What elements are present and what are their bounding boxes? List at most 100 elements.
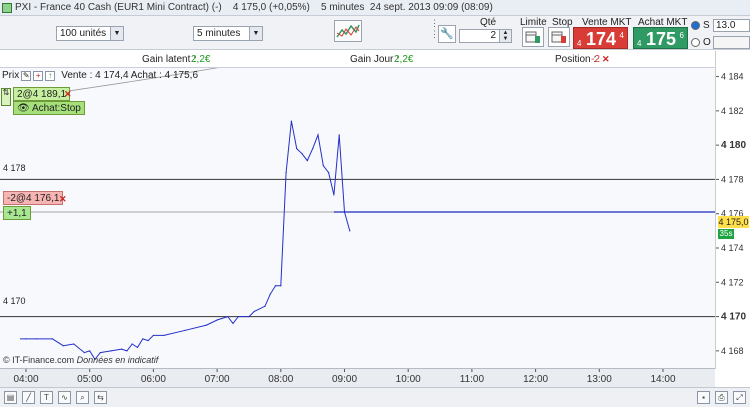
price-point [216, 319, 218, 321]
price-chart[interactable] [0, 62, 715, 368]
sell-price: 174 [586, 29, 617, 49]
x-tick-label: 05:00 [77, 374, 102, 385]
gain-latent-label: Gain latent : [142, 54, 196, 65]
indicator-icon[interactable]: ∿ [58, 391, 71, 404]
price-point [20, 338, 22, 340]
chart-style-button[interactable] [334, 20, 362, 42]
wrench-small-icon[interactable]: ✎ [21, 70, 32, 81]
radio-o[interactable] [691, 38, 700, 47]
stop-order-button[interactable] [548, 27, 570, 47]
price-point [322, 165, 324, 167]
wrench-icon[interactable]: 🔧 [438, 25, 456, 43]
chart-bottom-toolbar: ▤ ╱ T ∿ ⌕ ⇆ ▪ ⎙ ⤢ [0, 387, 750, 407]
sell-market-button[interactable]: 4 174 4 [573, 27, 628, 49]
draw-line-icon[interactable]: ╱ [22, 391, 35, 404]
position-order-tag[interactable]: 2@4 189,1 [13, 87, 71, 101]
position-value: -2 [591, 54, 600, 65]
qty-spinner-icon[interactable]: ▲ ▼ [499, 30, 511, 42]
title-interval: 5 minutes [320, 2, 365, 13]
price-point [163, 334, 165, 337]
current-price-text: 4 175,0 [718, 217, 749, 227]
units-select-value: 100 unités [60, 28, 107, 39]
expand-icon[interactable]: ⤢ [733, 391, 746, 404]
x-tick-label: 13:00 [587, 374, 612, 385]
chart-area[interactable] [0, 62, 715, 368]
price-point [136, 346, 139, 349]
step-input-2[interactable] [713, 36, 750, 49]
y-tick-label: 4 182 [721, 106, 744, 116]
toolbar-grip-icon[interactable]: ⋮ ⋮ [430, 18, 439, 48]
price-axis[interactable]: 4 184 4 182 4 180 4 178 4 176 4 174 4 172 4 170… [715, 51, 750, 369]
prix-label: Prix [2, 70, 20, 81]
price-series-line [20, 121, 351, 361]
price-point [269, 293, 271, 295]
pnl-text: +1,1 [7, 208, 27, 219]
timeframe-select[interactable]: 5 minutes ▼ [193, 26, 263, 41]
price-point [25, 338, 27, 340]
buy-market-button[interactable]: 4 175 6 [633, 27, 688, 49]
chevron-down-icon[interactable]: ▼ [110, 27, 123, 40]
x-tick-label: 06:00 [141, 374, 166, 385]
price-point [290, 120, 293, 122]
price-point [126, 350, 128, 352]
close-position-icon[interactable]: ✕ [602, 55, 610, 64]
step-input[interactable]: 13.0 [713, 19, 750, 32]
price-point [36, 338, 38, 340]
buy-arrow-icon[interactable]: ↑ [45, 70, 56, 81]
countdown-badge: 35s [718, 229, 734, 239]
radio-o-label: O [703, 37, 711, 48]
eye-icon: 👁 [17, 103, 30, 114]
save-icon[interactable]: ▪ [697, 391, 710, 404]
price-point [152, 334, 154, 337]
app-icon [2, 2, 12, 13]
time-axis[interactable]: 04:00 05:00 06:00 07:00 08:00 09:00 10:00 11:00… [0, 368, 715, 387]
position-label: Position : [555, 54, 597, 65]
units-select[interactable]: 100 unités ▼ [56, 26, 124, 41]
price-point [131, 343, 133, 345]
limit-order-button[interactable] [522, 27, 544, 47]
swap-arrows-icon[interactable]: ⇅ [1, 88, 11, 106]
stop-order-tag[interactable]: 👁 Achat:Stop [13, 101, 85, 115]
price-point [280, 285, 282, 287]
chart-style-icon [336, 24, 360, 38]
y-tick-label: 4 184 [721, 72, 744, 82]
gain-latent-value: 2,2€ [191, 54, 211, 65]
price-point [248, 315, 250, 318]
window-title-bar: PXI - France 40 Cash (EUR1 Mini Contract… [0, 0, 750, 16]
gain-jour-value: 2,2€ [394, 54, 414, 65]
price-point [317, 134, 319, 136]
zoom-icon[interactable]: ⌕ [76, 391, 89, 404]
text-tool-icon[interactable]: T [40, 391, 53, 404]
price-point [73, 343, 75, 345]
add-order-icon[interactable]: + [33, 70, 44, 81]
close-sell-order-icon[interactable]: ✕ [59, 195, 67, 204]
price-point [184, 329, 186, 331]
x-tick-label: 04:00 [13, 374, 38, 385]
chevron-down-icon[interactable]: ▼ [249, 27, 262, 40]
level-4170-label: 4 170 [3, 296, 26, 306]
qty-input[interactable]: 2 ▲ ▼ [459, 29, 512, 43]
countdown-text: 35s [719, 229, 733, 238]
current-price-badge: 4 175,0 [718, 216, 749, 228]
price-axis-ticks: 4 1844 1824 1804 1784 1764 1744 1724 170… [716, 72, 746, 356]
print-icon[interactable]: ⎙ [715, 391, 728, 404]
radio-s[interactable] [691, 21, 700, 30]
price-point [274, 285, 277, 287]
compare-icon[interactable]: ⇆ [94, 391, 107, 404]
price-point [306, 159, 308, 162]
price-point [349, 230, 351, 232]
sell-order-tag[interactable]: -2@4 176,1 [3, 191, 64, 205]
sell-suffix: 4 [619, 31, 624, 40]
radio-s-label: S [703, 20, 710, 31]
qty-value: 2 [490, 30, 496, 41]
close-order-icon[interactable]: ✕ [64, 90, 72, 99]
price-point [89, 350, 91, 352]
y-tick-label: 4 174 [721, 243, 744, 253]
price-point [253, 310, 255, 313]
pnl-tag: +1,1 [3, 206, 31, 220]
chart-type-icon[interactable]: ▤ [4, 391, 17, 404]
x-tick-label: 12:00 [523, 374, 548, 385]
step-value: 13.0 [716, 20, 736, 31]
y-tick-label: 4 172 [721, 277, 744, 287]
price-point [232, 322, 234, 325]
